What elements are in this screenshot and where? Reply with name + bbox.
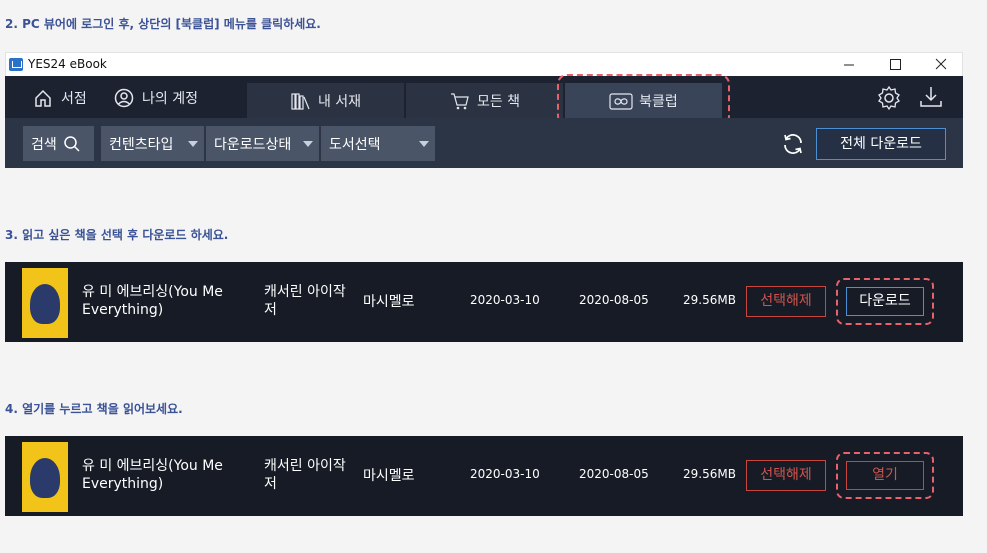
action-highlight-marker: 열기 <box>836 452 934 499</box>
download-status-dropdown[interactable]: 다운로드상태 <box>206 126 319 161</box>
download-all-button[interactable]: 전체 다운로드 <box>816 128 946 160</box>
maximize-button[interactable] <box>872 53 918 77</box>
search-button-label: 검색 <box>31 136 57 153</box>
book-file-size: 29.56MB <box>683 293 736 307</box>
nav-account[interactable]: 나의 계정 <box>114 88 198 108</box>
refresh-icon[interactable] <box>781 132 805 156</box>
user-icon <box>114 88 134 108</box>
deselect-button[interactable]: 선택해제 <box>746 460 826 491</box>
book-author: 캐서린 아이작 저 <box>264 284 346 318</box>
library-icon <box>290 91 312 111</box>
book-cover-image <box>22 268 68 338</box>
book-author: 캐서린 아이작 저 <box>264 458 346 492</box>
search-icon <box>63 135 81 153</box>
book-date-published: 2020-03-10 <box>470 293 540 307</box>
book-date-expiry: 2020-08-05 <box>579 293 649 307</box>
book-publisher: 마시멜로 <box>363 294 415 310</box>
minimize-button[interactable] <box>826 53 872 77</box>
nav-account-label: 나의 계정 <box>142 91 198 107</box>
step-4-instruction: 4. 열기를 누르고 책을 읽어보세요. <box>5 402 183 416</box>
tab-my-library[interactable]: 내 서재 <box>247 83 404 118</box>
home-icon <box>33 88 53 108</box>
deselect-button[interactable]: 선택해제 <box>746 286 826 317</box>
app-window: YES24 eBook 서점 나의 계정 내 서재 모든 책 북클럽 검색 컨텐… <box>5 52 963 168</box>
book-publisher: 마시멜로 <box>363 468 415 484</box>
book-date-published: 2020-03-10 <box>470 467 540 481</box>
book-row: 유 미 에브리싱(You Me Everything) 캐서린 아이작 저 마시… <box>5 262 963 342</box>
content-type-dropdown[interactable]: 컨텐츠타입 <box>101 126 204 161</box>
download-status-label: 다운로드상태 <box>214 136 292 153</box>
nav-store-label: 서점 <box>61 91 87 107</box>
cart-icon <box>449 91 471 111</box>
settings-gear-icon[interactable] <box>876 85 902 111</box>
open-button[interactable]: 열기 <box>846 461 924 490</box>
book-file-size: 29.56MB <box>683 467 736 481</box>
title-bar: YES24 eBook <box>5 52 963 76</box>
action-highlight-marker: 다운로드 <box>836 278 934 325</box>
chevron-down-icon <box>303 141 313 147</box>
chevron-down-icon <box>188 141 198 147</box>
step-3-instruction: 3. 읽고 싶은 책을 선택 후 다운로드 하세요. <box>5 228 229 242</box>
content-type-label: 컨텐츠타입 <box>109 136 174 153</box>
tab-all-books-label: 모든 책 <box>476 93 521 110</box>
chevron-down-icon <box>419 141 429 147</box>
close-button[interactable] <box>918 53 964 77</box>
tab-my-library-label: 내 서재 <box>317 93 362 110</box>
nav-store[interactable]: 서점 <box>33 88 87 108</box>
step-2-instruction: 2. PC 뷰어에 로그인 후, 상단의 [북클럽] 메뉴를 클릭하세요. <box>5 17 321 31</box>
download-button[interactable]: 다운로드 <box>846 287 924 316</box>
search-button[interactable]: 검색 <box>23 126 94 161</box>
app-logo-icon <box>9 58 23 71</box>
main-navbar: 서점 나의 계정 내 서재 모든 책 북클럽 <box>5 74 963 126</box>
book-row: 유 미 에브리싱(You Me Everything) 캐서린 아이작 저 마시… <box>5 436 963 516</box>
book-select-label: 도서선택 <box>329 136 381 153</box>
download-tray-icon[interactable] <box>918 84 944 110</box>
book-title: 유 미 에브리싱(You Me Everything) <box>82 458 223 492</box>
book-title: 유 미 에브리싱(You Me Everything) <box>82 284 223 318</box>
book-select-dropdown[interactable]: 도서선택 <box>321 126 435 161</box>
book-cover-image <box>22 442 68 512</box>
book-date-expiry: 2020-08-05 <box>579 467 649 481</box>
window-title: YES24 eBook <box>28 57 107 71</box>
tab-all-books[interactable]: 모든 책 <box>406 83 563 118</box>
filter-toolbar: 검색 컨텐츠타입 다운로드상태 도서선택 전체 다운로드 <box>5 118 963 168</box>
